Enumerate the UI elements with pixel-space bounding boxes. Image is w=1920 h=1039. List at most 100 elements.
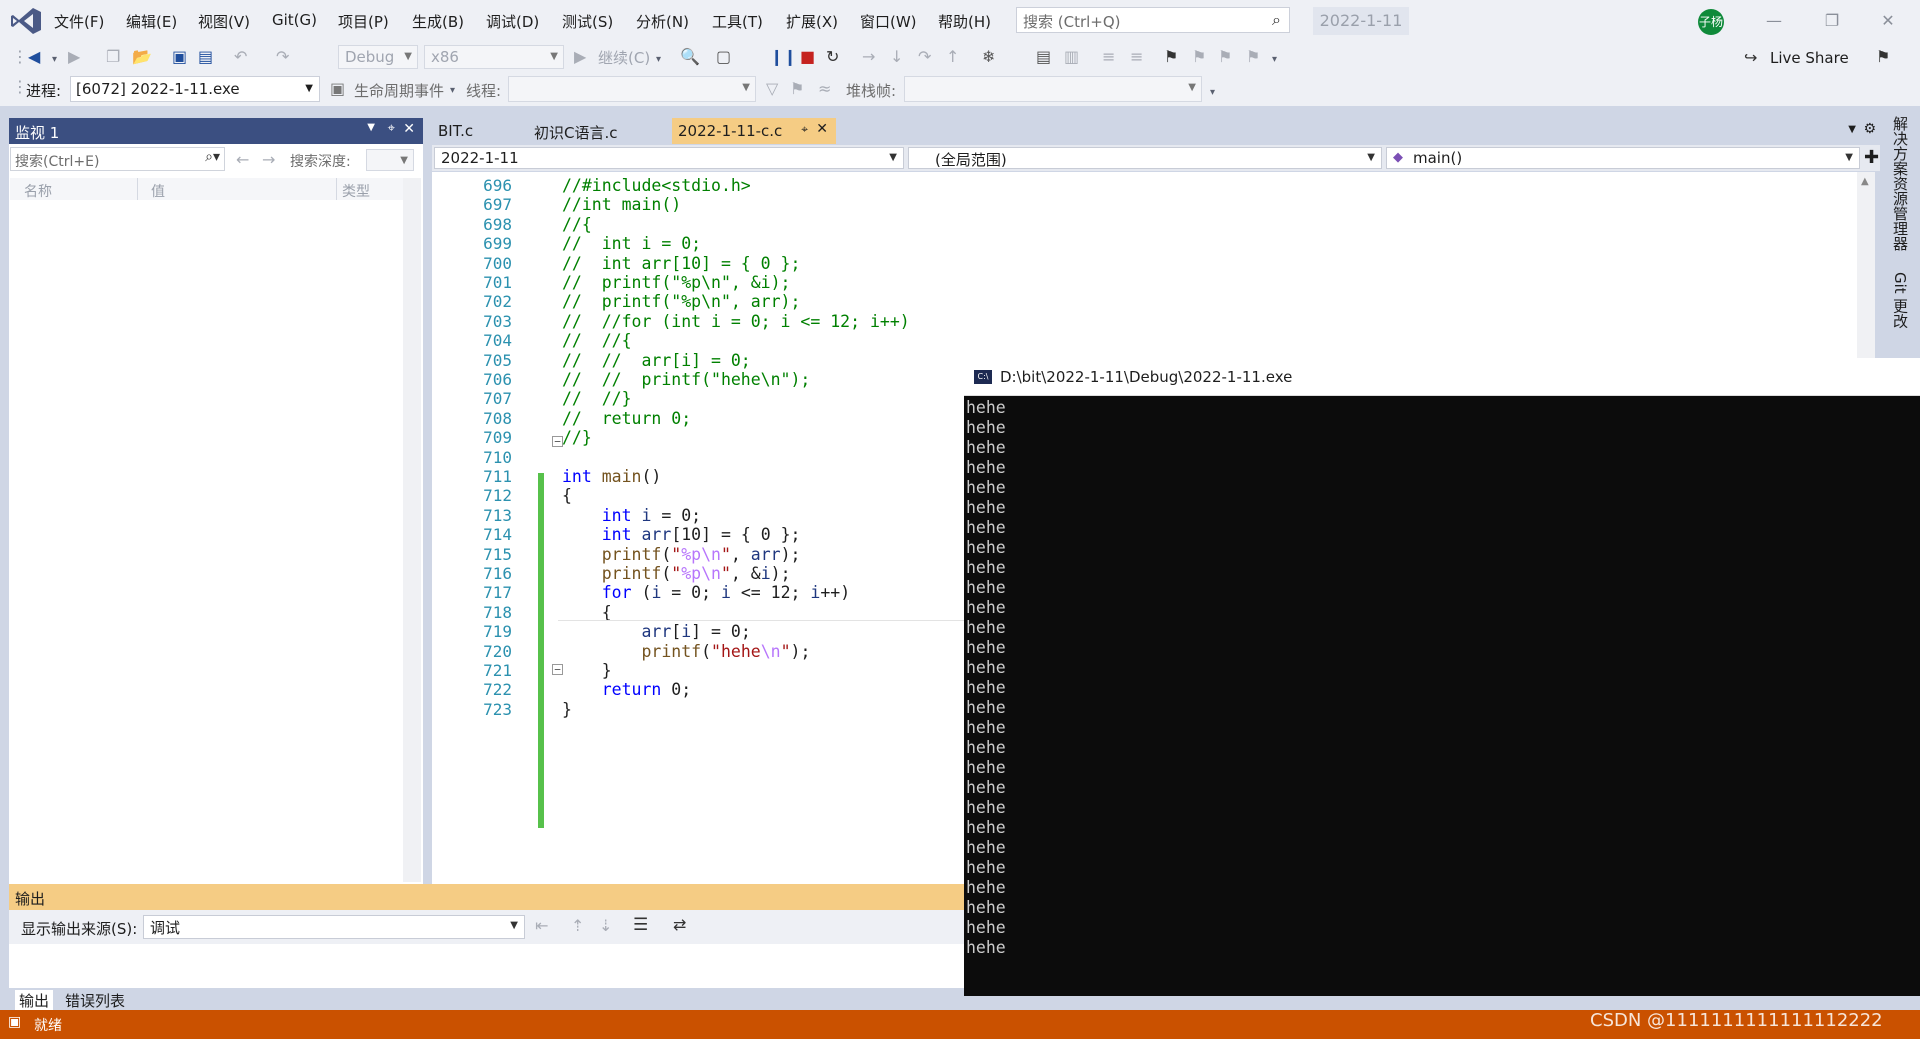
platform-combo[interactable]: x86 ▼: [424, 45, 564, 69]
minimize-icon[interactable]: —: [1754, 8, 1794, 34]
restart-icon[interactable]: ↻: [826, 48, 839, 66]
prev-bookmark-icon[interactable]: ⚑: [1192, 48, 1206, 66]
pin-icon[interactable]: ⌖: [801, 122, 808, 137]
restore-icon[interactable]: ❐: [1812, 8, 1852, 34]
project-combo[interactable]: 2022-1-11 ▼: [434, 147, 904, 169]
member-combo[interactable]: ◆ main() ▼: [1386, 147, 1860, 169]
live-share-button[interactable]: Live Share: [1770, 49, 1849, 67]
process-combo[interactable]: [6072] 2022-1-11.exe ▼: [70, 76, 320, 102]
continue-icon[interactable]: ▶: [574, 48, 586, 66]
console-title-bar[interactable]: D:\bit\2022-1-11\Debug\2022-1-11.exe: [964, 358, 1920, 396]
back-icon[interactable]: ◀: [28, 48, 40, 66]
comment-icon[interactable]: ≡: [1102, 48, 1115, 66]
menu-extensions[interactable]: 扩展(X): [786, 11, 838, 32]
menu-build[interactable]: 生成(B): [412, 11, 464, 32]
output-source-combo[interactable]: 调试 ▼: [143, 915, 525, 939]
save-icon[interactable]: ▣: [172, 48, 187, 66]
clear-bookmarks-icon[interactable]: ⚑: [1246, 48, 1260, 66]
back-dropdown-icon[interactable]: ▾: [52, 51, 57, 69]
git-changes-tab[interactable]: Git 更改: [1890, 272, 1911, 328]
search-back-icon[interactable]: ←: [236, 150, 249, 169]
toolbar-options-icon[interactable]: ▾: [1272, 51, 1277, 69]
show-threads-icon[interactable]: ≈: [818, 80, 831, 98]
menu-tools[interactable]: 工具(T): [712, 11, 763, 32]
scope-combo[interactable]: (全局范围) ▼: [908, 147, 1382, 169]
menu-file[interactable]: 文件(F): [54, 11, 104, 32]
column-type[interactable]: 类型: [342, 181, 370, 201]
hot-reload-icon[interactable]: ❄: [982, 48, 995, 66]
step-out-icon[interactable]: ↑: [946, 48, 959, 66]
panel-dropdown-icon[interactable]: ▼: [367, 122, 375, 133]
next-bookmark-icon[interactable]: ⚑: [1218, 48, 1232, 66]
next-message-icon[interactable]: ⇣: [599, 916, 612, 935]
code-line: // return 0;: [562, 408, 692, 428]
menu-debug[interactable]: 调试(D): [486, 11, 539, 32]
tab-list-dropdown-icon[interactable]: ▼: [1848, 124, 1856, 135]
close-tab-icon[interactable]: ✕: [816, 121, 828, 137]
toolbar-options-icon[interactable]: ▾: [1210, 84, 1215, 102]
continue-button[interactable]: 继续(C): [598, 47, 650, 68]
watch-scrollbar[interactable]: [403, 178, 421, 882]
close-icon[interactable]: ✕: [1868, 8, 1908, 34]
column-value[interactable]: 值: [151, 181, 165, 201]
menu-test[interactable]: 测试(S): [562, 11, 613, 32]
stop-icon[interactable]: ■: [800, 48, 815, 66]
step-into-icon[interactable]: ↓: [890, 48, 903, 66]
tab-bit-c[interactable]: BIT.c: [432, 118, 528, 144]
search-depth-combo[interactable]: ▼: [366, 149, 414, 171]
avatar[interactable]: 子杨: [1698, 9, 1724, 35]
tab-2022-1-11-c[interactable]: 2022-1-11-c.c ⌖ ✕: [672, 118, 836, 144]
show-next-statement-icon[interactable]: →: [862, 48, 875, 66]
open-folder-icon[interactable]: 📂: [132, 48, 152, 66]
stackframe-combo[interactable]: ▼: [904, 76, 1202, 102]
scroll-up-icon[interactable]: ▲: [1861, 176, 1869, 187]
menu-project[interactable]: 项目(P): [338, 11, 389, 32]
step-over-icon[interactable]: ↷: [918, 48, 931, 66]
uncomment-icon[interactable]: ≡: [1130, 48, 1143, 66]
disassembly-icon[interactable]: ▥: [1064, 48, 1079, 66]
gear-icon[interactable]: ⚙: [1863, 121, 1876, 137]
tab-error-list[interactable]: 错误列表: [61, 990, 129, 1011]
pause-icon[interactable]: ❙❙: [770, 48, 797, 66]
prev-message-icon[interactable]: ⇡: [571, 916, 584, 935]
collapse-icon[interactable]: −: [552, 436, 563, 447]
screenshot-icon[interactable]: ▢: [716, 48, 731, 66]
watch-search-input[interactable]: 搜索(Ctrl+E) ⌕▾: [10, 147, 225, 171]
search-input[interactable]: 搜索 (Ctrl+Q) ⌕: [1016, 7, 1290, 33]
pin-icon[interactable]: ⌖: [388, 121, 395, 136]
redo-icon[interactable]: ↷: [276, 48, 289, 66]
continue-dropdown-icon[interactable]: ▾: [656, 51, 661, 69]
clear-all-icon[interactable]: ☰: [633, 915, 648, 935]
column-name[interactable]: 名称: [24, 181, 52, 201]
menu-view[interactable]: 视图(V): [198, 11, 250, 32]
find-message-icon[interactable]: ⇤: [535, 916, 548, 935]
lifecycle-events-button[interactable]: 生命周期事件: [354, 80, 444, 101]
menu-edit[interactable]: 编辑(E): [126, 11, 177, 32]
collapse-icon[interactable]: −: [552, 664, 563, 675]
tab-chuzhi-c[interactable]: 初识C语言.c: [528, 118, 648, 144]
split-editor-icon[interactable]: ✚: [1864, 147, 1879, 168]
output-text-area[interactable]: [9, 944, 1059, 988]
filter-icon[interactable]: ▽: [766, 80, 778, 98]
menu-window[interactable]: 窗口(W): [860, 11, 917, 32]
solution-explorer-tab[interactable]: 解决方案资源管理器: [1890, 116, 1911, 251]
search-forward-icon[interactable]: →: [262, 150, 275, 169]
new-item-icon[interactable]: ❐: [106, 48, 120, 66]
flag-icon[interactable]: ⚑: [790, 80, 804, 98]
find-in-files-icon[interactable]: 🔍: [680, 48, 700, 66]
word-wrap-icon[interactable]: ⇄: [673, 915, 686, 934]
feedback-icon[interactable]: ⚑: [1876, 48, 1890, 66]
save-all-icon[interactable]: ▤: [198, 48, 213, 66]
menu-analyze[interactable]: 分析(N): [636, 11, 689, 32]
breakpoint-window-icon[interactable]: ▤: [1036, 48, 1051, 66]
lifecycle-dropdown-icon[interactable]: ▾: [450, 82, 455, 100]
thread-combo[interactable]: ▼: [508, 76, 756, 102]
bookmark-icon[interactable]: ⚑: [1164, 48, 1178, 66]
menu-git[interactable]: Git(G): [272, 11, 317, 29]
undo-icon[interactable]: ↶: [234, 48, 247, 66]
config-combo[interactable]: Debug ▼: [338, 45, 418, 69]
menu-help[interactable]: 帮助(H): [938, 11, 991, 32]
forward-icon[interactable]: ▶: [68, 48, 80, 66]
close-panel-icon[interactable]: ✕: [403, 121, 415, 137]
tab-output[interactable]: 输出: [15, 990, 54, 1011]
